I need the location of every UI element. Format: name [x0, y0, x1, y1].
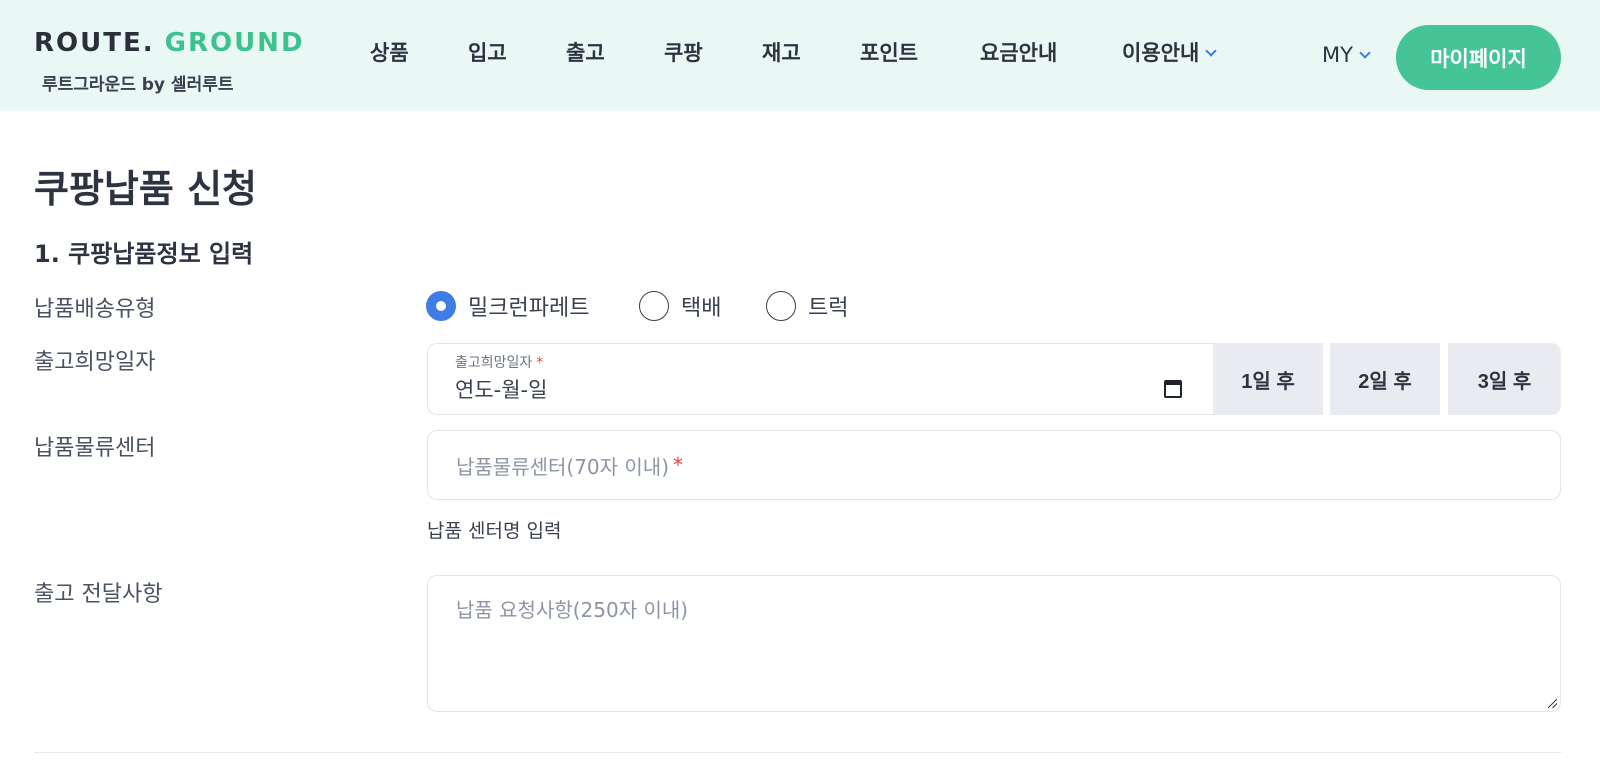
center-input-placeholder: 납품물류센터(70자 이내)	[456, 454, 670, 479]
delivery-type-label: 납품배송유형	[34, 297, 156, 322]
nav-item-inbound[interactable]: 입고	[468, 36, 507, 70]
required-mark: *	[673, 453, 684, 477]
center-helper-text: 납품 센터명 입력	[427, 520, 562, 542]
radio-truck[interactable]: 트럭	[766, 290, 848, 322]
required-mark: *	[536, 355, 544, 371]
nav-item-guide-label: 이용안내	[1122, 41, 1200, 65]
nav-item-points[interactable]: 포인트	[860, 36, 918, 70]
radio-milkrun-pallet[interactable]: 밀크런파레트	[426, 290, 589, 322]
ship-date-input[interactable]: 출고희망일자 * 연도-월-일	[427, 343, 1213, 415]
my-menu-label: MY	[1322, 43, 1353, 67]
radio-label: 택배	[681, 296, 722, 321]
radio-unchecked-icon	[639, 291, 669, 321]
page-title: 쿠팡납품 신청	[34, 167, 257, 211]
radio-parcel[interactable]: 택배	[639, 290, 721, 322]
mypage-button[interactable]: 마이페이지	[1396, 25, 1561, 90]
ship-date-label: 출고희망일자	[34, 350, 156, 375]
logo-subtitle: 루트그라운드 by 셀러루트	[42, 75, 234, 95]
nav-item-coupang[interactable]: 쿠팡	[664, 36, 703, 70]
section-divider	[34, 752, 1561, 753]
logo-ground-text: GROUND	[164, 28, 305, 58]
nav-item-inventory[interactable]: 재고	[762, 36, 801, 70]
nav-item-pricing[interactable]: 요금안내	[980, 36, 1057, 70]
message-textarea[interactable]: 납품 요청사항(250자 이내)	[427, 575, 1561, 712]
three-days-later-button[interactable]: 3일 후	[1448, 343, 1561, 415]
nav-item-outbound[interactable]: 출고	[566, 36, 605, 70]
center-input[interactable]: 납품물류센터(70자 이내) *	[427, 430, 1561, 500]
resize-handle-icon[interactable]	[1548, 699, 1557, 708]
two-days-later-button[interactable]: 2일 후	[1330, 343, 1440, 415]
ship-date-caption: 출고희망일자 *	[455, 352, 543, 372]
chevron-down-icon	[1205, 45, 1217, 57]
logo[interactable]: ROUTE. GROUND 루트그라운드 by 셀러루트	[34, 28, 305, 95]
radio-unchecked-icon	[766, 291, 796, 321]
ship-date-caption-text: 출고희망일자	[455, 355, 533, 371]
message-label: 출고 전달사항	[34, 582, 163, 607]
top-header: ROUTE. GROUND 루트그라운드 by 셀러루트 상품 입고 출고 쿠팡 …	[0, 0, 1600, 111]
nav-item-products[interactable]: 상품	[370, 36, 409, 70]
radio-label: 밀크런파레트	[468, 296, 590, 321]
radio-checked-icon	[426, 291, 456, 321]
section-title: 1. 쿠팡납품정보 입력	[34, 240, 254, 268]
one-day-later-button[interactable]: 1일 후	[1213, 343, 1323, 415]
calendar-icon[interactable]	[1164, 380, 1182, 398]
radio-label: 트럭	[808, 296, 849, 321]
ship-date-value: 연도-월-일	[455, 378, 548, 402]
logo-route-text: ROUTE.	[34, 28, 155, 58]
chevron-down-icon	[1359, 47, 1371, 59]
my-menu[interactable]: MY	[1322, 38, 1371, 72]
logo-wordmark: ROUTE. GROUND	[34, 28, 305, 58]
nav-item-guide[interactable]: 이용안내	[1122, 36, 1217, 70]
message-textarea-placeholder: 납품 요청사항(250자 이내)	[456, 598, 689, 622]
center-label: 납품물류센터	[34, 436, 156, 461]
